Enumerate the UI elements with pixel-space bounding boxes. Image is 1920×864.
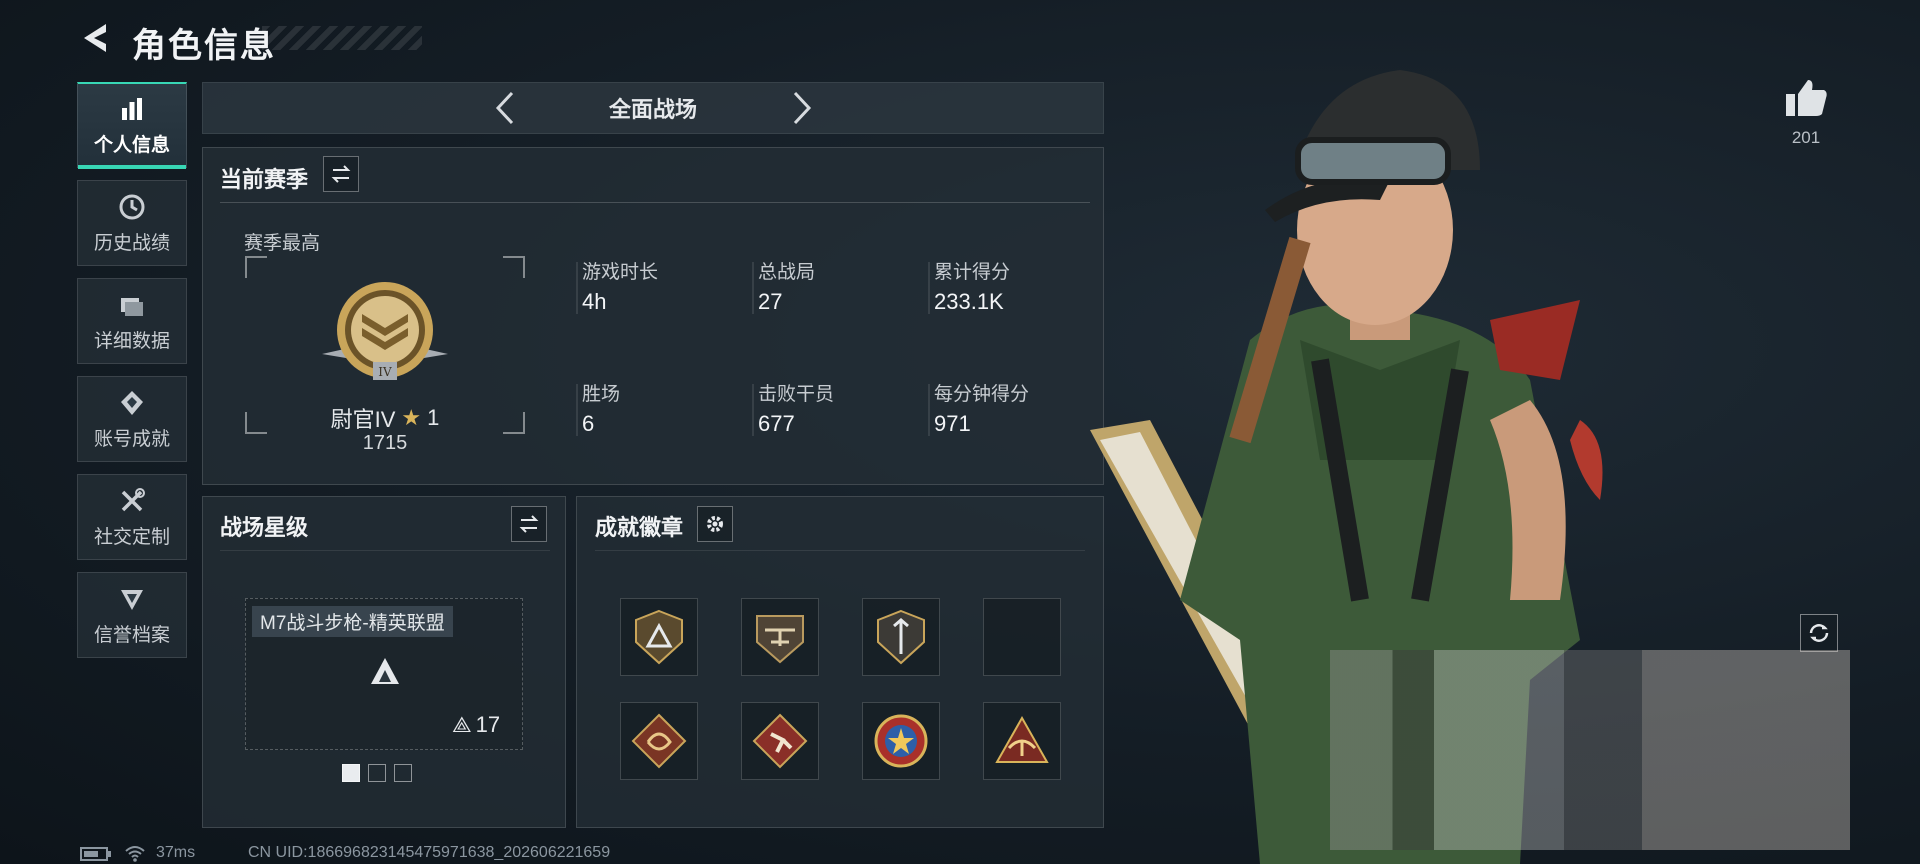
stat-value-score-per-min: 971: [934, 411, 971, 436]
season-switch-button[interactable]: [323, 156, 359, 192]
swap-arrows-icon: [331, 165, 351, 183]
sidebar-item-personal-info[interactable]: 个人信息: [77, 82, 187, 169]
stat-divider: [752, 262, 754, 314]
achievement-icon: [121, 390, 143, 415]
medal-slot-3[interactable]: [862, 598, 940, 676]
eagle-triangle-medal-icon: [995, 715, 1049, 763]
mode-title: 全面战场: [608, 97, 697, 122]
star-level-small-icon: ⟁: [452, 712, 472, 737]
star-divider: [220, 550, 550, 551]
medal-slot-6[interactable]: [741, 702, 819, 780]
medal-slot-2[interactable]: [741, 598, 819, 676]
refresh-icon: [1809, 624, 1829, 642]
back-arrow-icon[interactable]: [76, 18, 116, 58]
stat-label-kills: 击败干员: [758, 384, 835, 405]
helicopter-shield-medal-icon: [756, 615, 804, 664]
runner-diamond-medal-icon: [752, 713, 808, 769]
sidebar-item-social-custom[interactable]: 社交定制: [77, 474, 187, 560]
rank-name-row: 尉官IV ★ 1: [300, 402, 470, 434]
stat-divider: [928, 262, 930, 314]
sidebar-item-label: 详细数据: [93, 330, 170, 352]
star-round-medal-icon: [874, 714, 928, 768]
bar-chart-icon: [122, 98, 142, 120]
swap-arrows-icon: [519, 515, 539, 533]
sidebar-item-history[interactable]: 历史战绩: [77, 180, 187, 266]
chevron-left-icon[interactable]: [490, 90, 520, 126]
weapon-name: M7战斗步枪-精英联盟: [252, 606, 453, 637]
medal-slot-8[interactable]: [983, 702, 1061, 780]
medals-settings-button[interactable]: [697, 506, 733, 542]
battery-icon: [80, 847, 111, 861]
stat-divider: [928, 384, 930, 436]
chevron-right-icon[interactable]: [787, 90, 817, 126]
like-count: 201: [1791, 128, 1821, 147]
uid-text: CN UID:18669682314547597163​8_2026062216…: [248, 844, 611, 861]
dragon-diamond-medal-icon: [631, 713, 687, 769]
rank-stars: 1: [427, 405, 440, 430]
weapon-star-count: ⟁ 17: [452, 712, 500, 738]
stat-value-kills: 677: [758, 411, 795, 436]
rank-emblem-icon: IV: [322, 282, 448, 380]
medals-title: 成就徽章: [595, 515, 684, 540]
medals-divider: [595, 550, 1085, 551]
sidebar-item-achievements[interactable]: 账号成就: [77, 376, 187, 462]
folders-icon: [121, 297, 143, 316]
star-level-switch-button[interactable]: [511, 506, 547, 542]
weapon-stars: 17: [475, 712, 501, 737]
page-dot-3[interactable]: [394, 764, 412, 782]
stat-label-playtime: 游戏时长: [582, 262, 659, 283]
stat-label-score-per-min: 每分钟得分: [934, 384, 1030, 405]
credit-badge-icon: [121, 589, 143, 610]
stat-value-total-score: 233.1K: [934, 289, 1004, 314]
stat-value-playtime: 4h: [582, 289, 607, 314]
page-dot-2[interactable]: [368, 764, 386, 782]
title-decoration: [262, 26, 422, 50]
sword-shield-medal-icon: [877, 609, 925, 665]
stat-divider: [576, 262, 578, 314]
ping-text: 37ms: [156, 844, 196, 861]
star-icon: ★: [401, 405, 422, 430]
page-dot-1[interactable]: [342, 764, 360, 782]
stat-label-wins: 胜场: [582, 384, 621, 405]
medal-slot-7[interactable]: [862, 702, 940, 780]
medal-slot-1[interactable]: [620, 598, 698, 676]
sidebar-item-label: 个人信息: [93, 135, 170, 156]
rank-score: 1715: [362, 432, 408, 454]
pixelated-overlay: [1330, 650, 1850, 850]
stat-label-total-score: 累计得分: [934, 262, 1011, 283]
season-best-label: 赛季最高: [244, 233, 321, 254]
stat-value-total-matches: 27: [758, 289, 783, 314]
season-panel-title: 当前赛季: [220, 167, 309, 192]
stat-divider: [752, 384, 754, 436]
gear-icon: [707, 516, 723, 532]
svg-text:IV: IV: [378, 365, 392, 379]
medal-slot-5[interactable]: [620, 702, 698, 780]
star-level-icon: [371, 658, 399, 684]
stat-divider: [576, 384, 578, 436]
page-indicator[interactable]: [342, 764, 412, 782]
sidebar-item-label: 信誉档案: [93, 624, 170, 646]
sidebar-item-credit-file[interactable]: 信誉档案: [77, 572, 187, 658]
thumbs-up-icon[interactable]: [1784, 78, 1828, 118]
star-level-title: 战场星级: [220, 515, 309, 540]
sidebar-item-detail-data[interactable]: 详细数据: [77, 278, 187, 364]
sidebar-item-label: 账号成就: [93, 428, 170, 450]
wifi-icon: [125, 846, 145, 862]
sidebar-item-label: 社交定制: [93, 526, 170, 548]
season-divider: [220, 202, 1090, 203]
triangle-shield-medal-icon: [635, 609, 683, 665]
rank-name: 尉官IV: [330, 407, 396, 432]
clock-icon: [119, 194, 145, 219]
stat-value-wins: 6: [582, 411, 595, 436]
sidebar-item-label: 历史战绩: [93, 232, 170, 254]
stat-label-total-matches: 总战局: [758, 262, 816, 283]
page-title: 角色信息: [132, 27, 276, 65]
medal-slot-empty[interactable]: [983, 598, 1061, 676]
tools-icon: [121, 487, 145, 511]
rotate-model-button[interactable]: [1800, 614, 1838, 652]
